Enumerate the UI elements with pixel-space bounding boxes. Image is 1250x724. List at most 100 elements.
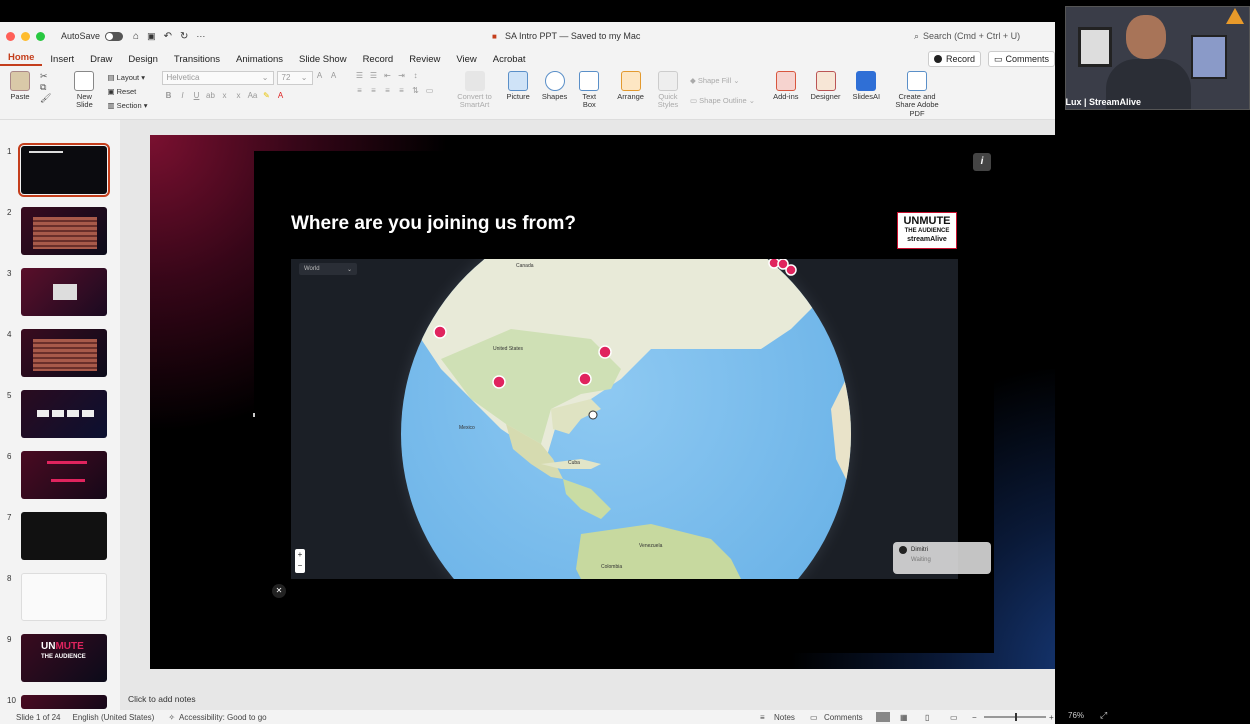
font-name-select[interactable]: Helvetica ⌄ <box>161 71 274 85</box>
slide-sorter-icon[interactable]: ▦ <box>900 713 908 722</box>
search-box[interactable]: ⌕ Search (Cmd + Ctrl + U) <box>914 28 1054 44</box>
arrange-button[interactable]: Arrange <box>617 71 644 101</box>
comments-status-button[interactable]: Comments <box>824 713 863 722</box>
location-pin[interactable] <box>492 375 506 389</box>
comments-button[interactable]: ▭ Comments <box>988 51 1055 67</box>
slide-thumbnail-3[interactable] <box>21 268 107 316</box>
paste-button[interactable]: Paste <box>10 71 30 101</box>
tab-draw[interactable]: Draw <box>82 54 120 65</box>
bullets-icon[interactable]: ☰ <box>355 71 365 80</box>
slide-thumbnail-1[interactable] <box>18 143 110 197</box>
zoom-slider-handle[interactable] <box>1015 713 1017 721</box>
align-right-icon[interactable]: ≡ <box>383 86 393 95</box>
home-icon[interactable]: ⌂ <box>133 31 139 42</box>
record-button[interactable]: Record <box>928 51 982 67</box>
slideshow-icon[interactable]: ▭ <box>950 713 958 722</box>
normal-view-icon[interactable] <box>876 712 890 722</box>
slide-thumbnail-8[interactable] <box>21 573 107 621</box>
world-map[interactable]: Canada United States Mexico Cuba Venezue… <box>291 259 958 579</box>
location-pin[interactable] <box>785 264 797 276</box>
shapes-button[interactable]: Shapes <box>542 71 567 101</box>
shape-fill-button[interactable]: ◆ Shape Fill ⌄ <box>690 71 755 91</box>
mute-icon[interactable]: ✕ <box>272 584 286 598</box>
picture-button[interactable]: Picture <box>507 71 530 101</box>
new-slide-button[interactable]: New Slide <box>69 71 99 110</box>
reading-view-icon[interactable]: ▯ <box>925 713 929 722</box>
tab-home[interactable]: Home <box>0 52 43 66</box>
italic-icon[interactable]: I <box>178 91 188 100</box>
tab-transitions[interactable]: Transitions <box>166 54 228 65</box>
font-size-select[interactable]: 72 ⌄ <box>276 71 313 85</box>
layout-button[interactable]: ▤ Layout ▾ <box>107 71 147 85</box>
align-text-icon[interactable]: ▭ <box>425 86 435 95</box>
tab-record[interactable]: Record <box>355 54 402 65</box>
slide-thumbnail-7[interactable] <box>21 512 107 560</box>
strikethrough-icon[interactable]: ab <box>206 91 216 100</box>
add-ins-button[interactable]: Add-ins <box>773 71 799 101</box>
subscript-icon[interactable]: x <box>220 91 230 100</box>
tab-insert[interactable]: Insert <box>42 54 82 65</box>
location-pin[interactable] <box>598 345 612 359</box>
align-left-icon[interactable]: ≡ <box>355 86 365 95</box>
section-button[interactable]: ▥ Section ▾ <box>107 99 147 113</box>
notes-placeholder[interactable]: Click to add notes <box>128 694 196 704</box>
save-icon[interactable]: ▣ <box>147 31 156 42</box>
slide-thumbnail-6[interactable] <box>21 451 107 499</box>
tab-design[interactable]: Design <box>120 54 166 65</box>
minimize-window-button[interactable] <box>21 31 30 41</box>
location-pin[interactable] <box>433 325 447 339</box>
superscript-icon[interactable]: x <box>234 91 244 100</box>
increase-indent-icon[interactable]: ⇥ <box>397 71 407 80</box>
close-window-button[interactable] <box>6 31 15 41</box>
create-share-pdf-button[interactable]: Create and Share Adobe PDF <box>892 71 942 118</box>
redo-icon[interactable]: ↻ <box>180 31 188 42</box>
designer-button[interactable]: Designer <box>811 71 841 101</box>
notes-button[interactable]: Notes <box>774 713 795 722</box>
slidesai-button[interactable]: SlidesAI <box>853 71 880 101</box>
font-color-icon[interactable]: A <box>276 91 286 100</box>
quick-styles-button[interactable]: Quick Styles <box>656 71 680 110</box>
region-dropdown[interactable]: World ⌄ <box>299 263 357 275</box>
format-painter-icon[interactable]: 🖌 <box>40 93 51 104</box>
justify-icon[interactable]: ≡ <box>397 86 407 95</box>
case-icon[interactable]: Aa <box>248 91 258 100</box>
slide-thumbnail-2[interactable] <box>21 207 107 255</box>
line-spacing-icon[interactable]: ↕ <box>411 71 421 80</box>
autosave-toggle[interactable] <box>105 31 124 41</box>
slide-thumbnails-panel[interactable]: 1 2 3 4 5 6 7 8 9 UNMUTE THE AUDIENCE 10 <box>0 120 120 710</box>
info-button[interactable]: i <box>973 153 991 171</box>
decrease-indent-icon[interactable]: ⇤ <box>383 71 393 80</box>
cut-icon[interactable]: ✂ <box>40 71 51 82</box>
accessibility-status[interactable]: Accessibility: Good to go <box>179 713 267 722</box>
search-input[interactable]: Search (Cmd + Ctrl + U) <box>923 31 1020 41</box>
slide-thumbnail-5[interactable] <box>21 390 107 438</box>
underline-icon[interactable]: U <box>192 91 202 100</box>
location-pin[interactable] <box>578 372 592 386</box>
zoom-level[interactable]: 76% <box>1068 711 1084 720</box>
zoom-out-button[interactable]: − <box>295 560 305 571</box>
shape-outline-button[interactable]: ▭ Shape Outline ⌄ <box>690 91 755 111</box>
fit-to-window-icon[interactable]: ⤢ <box>1100 710 1107 721</box>
tab-acrobat[interactable]: Acrobat <box>485 54 534 65</box>
more-icon[interactable]: ··· <box>196 31 205 41</box>
zoom-in-icon[interactable]: + <box>1049 713 1054 722</box>
decrease-font-icon[interactable]: A <box>329 71 339 80</box>
slide-title[interactable]: Where are you joining us from? <box>291 213 576 235</box>
language-indicator[interactable]: English (United States) <box>72 713 154 722</box>
numbering-icon[interactable]: ☰ <box>369 71 379 80</box>
align-center-icon[interactable]: ≡ <box>369 86 379 95</box>
reset-button[interactable]: ▣ Reset <box>107 85 147 99</box>
tab-animations[interactable]: Animations <box>228 54 291 65</box>
bold-icon[interactable]: B <box>164 91 174 100</box>
tab-view[interactable]: View <box>448 54 484 65</box>
undo-icon[interactable]: ↶ <box>164 31 172 42</box>
copy-icon[interactable]: ⧉ <box>40 82 51 93</box>
zoom-out-icon[interactable]: − <box>972 713 977 722</box>
zoom-in-button[interactable]: + <box>295 549 305 560</box>
tab-review[interactable]: Review <box>401 54 448 65</box>
convert-smartart-button[interactable]: Convert to SmartArt <box>455 71 495 110</box>
text-box-button[interactable]: Text Box <box>579 71 600 110</box>
tab-slide-show[interactable]: Slide Show <box>291 54 355 65</box>
increase-font-icon[interactable]: A <box>315 71 325 80</box>
zoom-window-button[interactable] <box>36 31 45 41</box>
